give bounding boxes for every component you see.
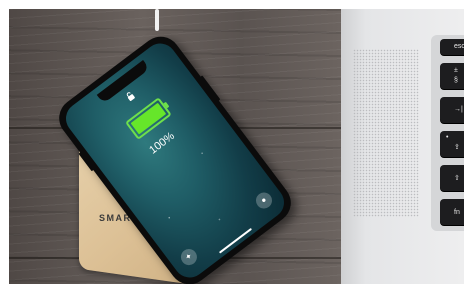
charging-cable [155,9,159,31]
key-shift: ⇧ [440,165,464,191]
product-photo: D SMARTER L 100% ✦ ● esc [9,9,464,284]
keyboard: esc ± § →| • ⇪ ⇧ fn [431,35,464,231]
speaker-grille [353,49,419,217]
key-tab: →| [440,97,464,123]
key-esc: esc [440,39,464,55]
laptop: esc ± § →| • ⇪ ⇧ fn [341,9,464,284]
key-fn: fn [440,199,464,225]
lock-icon [126,92,135,102]
battery-fill [130,102,167,135]
key-caps-lock: • ⇪ [440,131,464,157]
key-section: ± § [440,63,464,89]
flashlight-icon[interactable]: ✦ [177,245,201,269]
battery-tip [163,101,170,109]
camera-icon[interactable]: ● [252,189,276,212]
